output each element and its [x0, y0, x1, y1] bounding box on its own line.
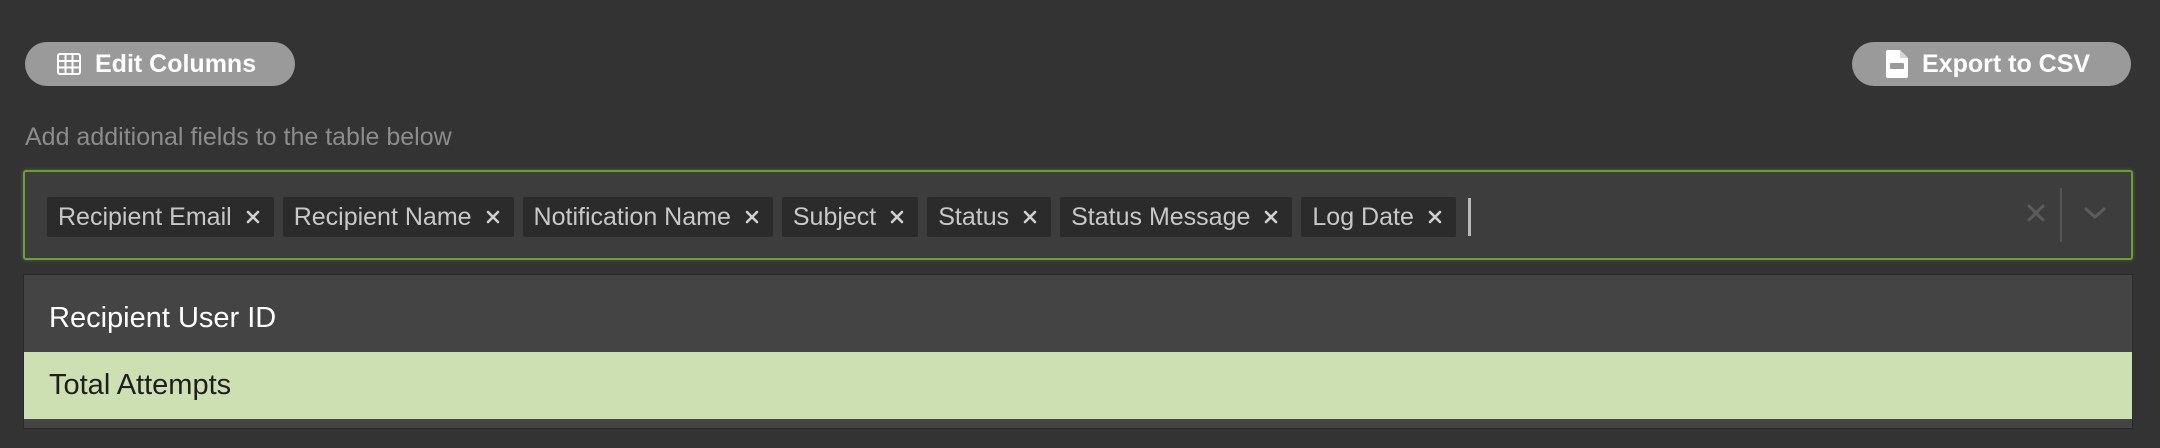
option-total-attempts[interactable]: Total Attempts [24, 352, 2132, 419]
text-cursor[interactable] [1467, 198, 1471, 236]
edit-columns-button[interactable]: Edit Columns [25, 42, 295, 86]
option-label: Recipient User ID [49, 302, 277, 334]
remove-tag-icon[interactable] [232, 197, 274, 237]
fields-multiselect[interactable]: Recipient Email Recipient Name Notificat… [23, 170, 2133, 260]
table-grid-icon [57, 53, 81, 75]
chevron-down-icon [2083, 206, 2107, 225]
tag-label: Status Message [1071, 202, 1251, 231]
export-csv-label: Export to CSV [1922, 49, 2091, 78]
csv-file-icon [1886, 50, 1908, 78]
dropdown-toggle[interactable] [2070, 194, 2120, 236]
tag-recipient-email: Recipient Email [47, 197, 274, 237]
tag-status: Status [927, 197, 1052, 237]
tag-label: Subject [792, 202, 877, 231]
edit-columns-label: Edit Columns [95, 49, 257, 78]
remove-tag-icon[interactable] [876, 197, 918, 237]
tag-label: Recipient Email [58, 202, 232, 231]
option-recipient-user-id[interactable]: Recipient User ID [24, 285, 2132, 352]
tag-label: Status [938, 202, 1010, 231]
page: Edit Columns Export to CSV Add additiona… [0, 0, 2160, 448]
remove-tag-icon[interactable] [731, 197, 773, 237]
remove-tag-icon[interactable] [1250, 197, 1292, 237]
option-label: Total Attempts [49, 369, 232, 401]
tag-subject: Subject [781, 197, 919, 237]
dropdown-menu: Recipient User ID Total Attempts [24, 275, 2132, 428]
remove-tag-icon[interactable] [472, 197, 514, 237]
tag-log-date: Log Date [1301, 197, 1456, 237]
tag-label: Log Date [1312, 202, 1414, 231]
tag-status-message: Status Message [1060, 197, 1293, 237]
close-icon [2026, 203, 2046, 228]
indicator-divider [2060, 188, 2062, 242]
clear-all-button[interactable] [2015, 194, 2057, 236]
selected-tags: Recipient Email Recipient Name Notificat… [47, 197, 1471, 237]
remove-tag-icon[interactable] [1414, 197, 1456, 237]
tag-label: Notification Name [533, 202, 731, 231]
tag-label: Recipient Name [293, 202, 472, 231]
remove-tag-icon[interactable] [1009, 197, 1051, 237]
export-csv-button[interactable]: Export to CSV [1852, 42, 2131, 86]
tag-recipient-name: Recipient Name [282, 197, 514, 237]
hint-text: Add additional fields to the table below [25, 123, 452, 151]
tag-notification-name: Notification Name [522, 197, 773, 237]
